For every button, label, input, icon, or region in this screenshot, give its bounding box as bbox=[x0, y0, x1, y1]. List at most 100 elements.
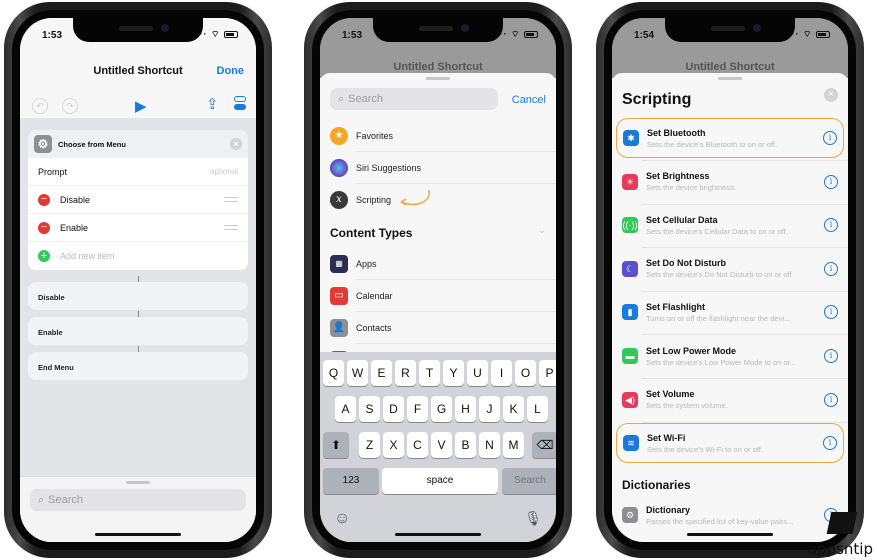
key-b[interactable]: B bbox=[455, 432, 476, 458]
redo-button[interactable]: ↷ bbox=[62, 98, 78, 114]
key-backspace[interactable]: ⌫ bbox=[532, 432, 556, 458]
key-g[interactable]: G bbox=[431, 396, 452, 422]
sheet-handle[interactable] bbox=[718, 77, 742, 80]
menu-item-label[interactable]: Disable bbox=[60, 195, 90, 205]
emoji-icon[interactable]: ☺ bbox=[334, 510, 350, 528]
battery-icon bbox=[524, 31, 538, 39]
menu-block-disable[interactable]: Disable bbox=[28, 282, 248, 310]
info-icon[interactable]: i bbox=[824, 349, 838, 363]
key-q[interactable]: Q bbox=[323, 360, 344, 386]
key-h[interactable]: H bbox=[455, 396, 476, 422]
key-i[interactable]: I bbox=[491, 360, 512, 386]
reorder-handle-icon[interactable] bbox=[224, 197, 238, 202]
card-title: Choose from Menu bbox=[58, 139, 126, 149]
key-j[interactable]: J bbox=[479, 396, 500, 422]
delete-item-icon[interactable]: − bbox=[38, 193, 50, 206]
done-button[interactable]: Done bbox=[217, 65, 245, 77]
info-icon[interactable]: i bbox=[824, 392, 838, 407]
menu-item[interactable]: − Disable bbox=[28, 186, 248, 214]
menu-item[interactable]: − Enable bbox=[28, 214, 248, 242]
watermark-logo-icon bbox=[826, 512, 858, 534]
share-icon: ⇪ bbox=[206, 96, 219, 113]
watermark-text: appsntip bbox=[807, 540, 873, 558]
action-set-do-not-disturb[interactable]: ☾ Set Do Not Disturb Sets the device's Do … bbox=[616, 249, 844, 289]
remove-action-button[interactable]: × bbox=[230, 138, 242, 150]
status-time: 1:53 bbox=[42, 30, 63, 41]
category-scripting[interactable]: x Scripting bbox=[320, 184, 556, 216]
content-type-apps[interactable]: ▦ Apps bbox=[320, 248, 556, 280]
key-u[interactable]: U bbox=[467, 360, 488, 386]
close-button[interactable]: × bbox=[824, 88, 838, 102]
key-search[interactable]: Search bbox=[502, 468, 556, 494]
key-space[interactable]: space bbox=[382, 468, 498, 494]
share-button[interactable]: ⇪ bbox=[206, 95, 219, 113]
phone-scripting-list: 1:54 ···· ⌔ Untitled Shortcut Scripting … bbox=[596, 2, 864, 558]
cancel-button[interactable]: Cancel bbox=[512, 94, 546, 106]
key-t[interactable]: T bbox=[419, 360, 440, 386]
action-set-volume[interactable]: ◀) Set Volume Sets the system volume. i bbox=[616, 380, 844, 420]
info-icon[interactable]: i bbox=[823, 436, 837, 451]
search-icon: ⌕ bbox=[38, 493, 45, 506]
key-n[interactable]: N bbox=[479, 432, 500, 458]
watermark: appsntip bbox=[787, 500, 877, 560]
action-set-bluetooth[interactable]: ✱ Set Bluetooth Sets the device's Bluetoot… bbox=[616, 118, 844, 158]
microphone-icon[interactable]: 🎙 bbox=[524, 510, 542, 527]
info-icon[interactable]: i bbox=[824, 305, 838, 320]
prompt-field[interactable]: Prompt optional bbox=[28, 158, 248, 186]
key-k[interactable]: K bbox=[503, 396, 524, 422]
undo-button[interactable]: ↶ bbox=[32, 98, 48, 114]
key-s[interactable]: S bbox=[359, 396, 380, 422]
info-icon[interactable]: i bbox=[824, 261, 838, 276]
key-f[interactable]: F bbox=[407, 396, 428, 422]
key-y[interactable]: Y bbox=[443, 360, 464, 386]
key-numbers[interactable]: 123 bbox=[323, 468, 379, 494]
reorder-handle-icon[interactable] bbox=[224, 225, 238, 230]
key-o[interactable]: O bbox=[515, 360, 536, 386]
menu-item-label[interactable]: Enable bbox=[60, 223, 88, 233]
key-w[interactable]: W bbox=[347, 360, 368, 386]
sheet-handle[interactable] bbox=[426, 77, 450, 80]
settings-button[interactable] bbox=[234, 96, 246, 110]
key-a[interactable]: A bbox=[335, 396, 356, 422]
key-m[interactable]: M bbox=[503, 432, 524, 458]
action-name: Set Do Not Disturb bbox=[646, 258, 726, 269]
add-item-button[interactable]: + Add new item bbox=[28, 242, 248, 270]
drawer-handle[interactable] bbox=[126, 481, 150, 484]
info-icon[interactable]: i bbox=[823, 131, 837, 145]
search-input[interactable]: ⌕ Search bbox=[30, 489, 246, 511]
action-name: Set Wi-Fi bbox=[647, 432, 686, 443]
info-icon[interactable]: i bbox=[824, 218, 838, 233]
key-e[interactable]: E bbox=[371, 360, 392, 386]
key-shift[interactable]: ⬆ bbox=[323, 432, 349, 458]
category-favorites[interactable]: ★ Favorites bbox=[320, 120, 556, 152]
content-type-contacts[interactable]: 👤 Contacts bbox=[320, 312, 556, 344]
action-description: Sets the device's Bluetooth to on or off… bbox=[647, 139, 778, 149]
flashlight-icon: ▮ bbox=[622, 304, 638, 321]
menu-block-enable[interactable]: Enable bbox=[28, 317, 248, 345]
key-d[interactable]: D bbox=[383, 396, 404, 422]
key-r[interactable]: R bbox=[395, 360, 416, 386]
chevron-down-icon[interactable]: ⌄ bbox=[538, 225, 546, 236]
bluetooth-icon: ✱ bbox=[623, 130, 639, 146]
key-x[interactable]: X bbox=[383, 432, 404, 458]
key-v[interactable]: V bbox=[431, 432, 452, 458]
key-z[interactable]: Z bbox=[359, 432, 380, 458]
action-set-flashlight[interactable]: ▮ Set Flashlight Turns on or off the flash… bbox=[616, 292, 844, 332]
action-set-cellular-data[interactable]: ((·)) Set Cellular Data Sets the device's … bbox=[616, 205, 844, 245]
info-icon[interactable]: i bbox=[824, 174, 838, 189]
content-type-calendar[interactable]: ▭ Calendar bbox=[320, 280, 556, 312]
action-name: Set Low Power Mode bbox=[646, 345, 737, 356]
key-p[interactable]: P bbox=[539, 360, 556, 386]
undo-icon: ↶ bbox=[32, 98, 48, 114]
action-set-low-power-mode[interactable]: ▬ Set Low Power Mode Sets the device's Low… bbox=[616, 336, 844, 376]
delete-item-icon[interactable]: − bbox=[38, 221, 50, 234]
category-siri-suggestions[interactable]: Siri Suggestions bbox=[320, 152, 556, 184]
action-set-brightness[interactable]: ☀ Set Brightness Sets the device brightnes… bbox=[616, 162, 844, 202]
key-l[interactable]: L bbox=[527, 396, 548, 422]
key-c[interactable]: C bbox=[407, 432, 428, 458]
search-input[interactable]: ⌕ Search bbox=[330, 88, 498, 110]
play-button[interactable]: ▶ bbox=[135, 97, 147, 115]
menu-block-end[interactable]: End Menu bbox=[28, 352, 248, 380]
action-set-wi-fi[interactable]: ≋ Set Wi-Fi Sets the device's Wi-Fi to on … bbox=[616, 423, 844, 464]
search-placeholder: Search bbox=[348, 93, 384, 105]
